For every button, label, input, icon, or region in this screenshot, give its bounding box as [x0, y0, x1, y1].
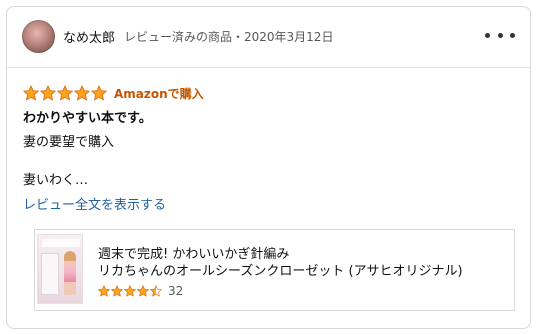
product-title[interactable]: 週末で完成! かわいいかぎ針編み リカちゃんのオールシーズンクローゼット (アサ… — [98, 246, 508, 280]
review-card: なめ太郎 レビュー済みの商品・2020年3月12日 Amazonで購入 わかりや… — [6, 6, 531, 329]
product-image[interactable] — [37, 234, 83, 304]
star-icon — [111, 285, 123, 297]
product-rating-count[interactable]: 32 — [168, 284, 183, 298]
review-star-rating — [23, 85, 108, 101]
review-rating-row: Amazonで購入 — [23, 84, 204, 102]
verified-purchase-label: Amazonで購入 — [114, 87, 204, 101]
product-title-line[interactable]: 週末で完成! かわいいかぎ針編み — [98, 246, 508, 263]
product-star-rating — [98, 285, 163, 297]
star-icon — [57, 85, 73, 101]
star-icon — [40, 85, 56, 101]
product-title-line[interactable]: リカちゃんのオールシーズンクローゼット (アサヒオリジナル) — [98, 263, 508, 280]
star-icon — [74, 85, 90, 101]
product-rating[interactable]: 32 — [98, 284, 183, 298]
review-body-line: 妻の要望で購入 — [23, 135, 115, 150]
more-options-icon[interactable] — [485, 33, 515, 41]
star-icon — [150, 285, 162, 297]
star-icon — [137, 285, 149, 297]
review-body-line: 妻いわく… — [23, 173, 89, 188]
read-full-review-link[interactable]: レビュー全文を表示する — [23, 194, 166, 213]
review-header: なめ太郎 レビュー済みの商品・2020年3月12日 — [7, 7, 530, 68]
review-title: わかりやすい本です。 — [23, 111, 152, 126]
review-meta: レビュー済みの商品・2020年3月12日 — [124, 30, 334, 44]
star-icon — [124, 285, 136, 297]
avatar[interactable] — [22, 20, 55, 53]
star-icon — [98, 285, 110, 297]
reviewer-name[interactable]: なめ太郎 — [63, 27, 115, 46]
star-icon — [23, 85, 39, 101]
review-body: 妻の要望で購入 妻いわく… — [23, 133, 114, 190]
star-icon — [91, 85, 107, 101]
product-card[interactable]: 週末で完成! かわいいかぎ針編み リカちゃんのオールシーズンクローゼット (アサ… — [34, 229, 515, 311]
